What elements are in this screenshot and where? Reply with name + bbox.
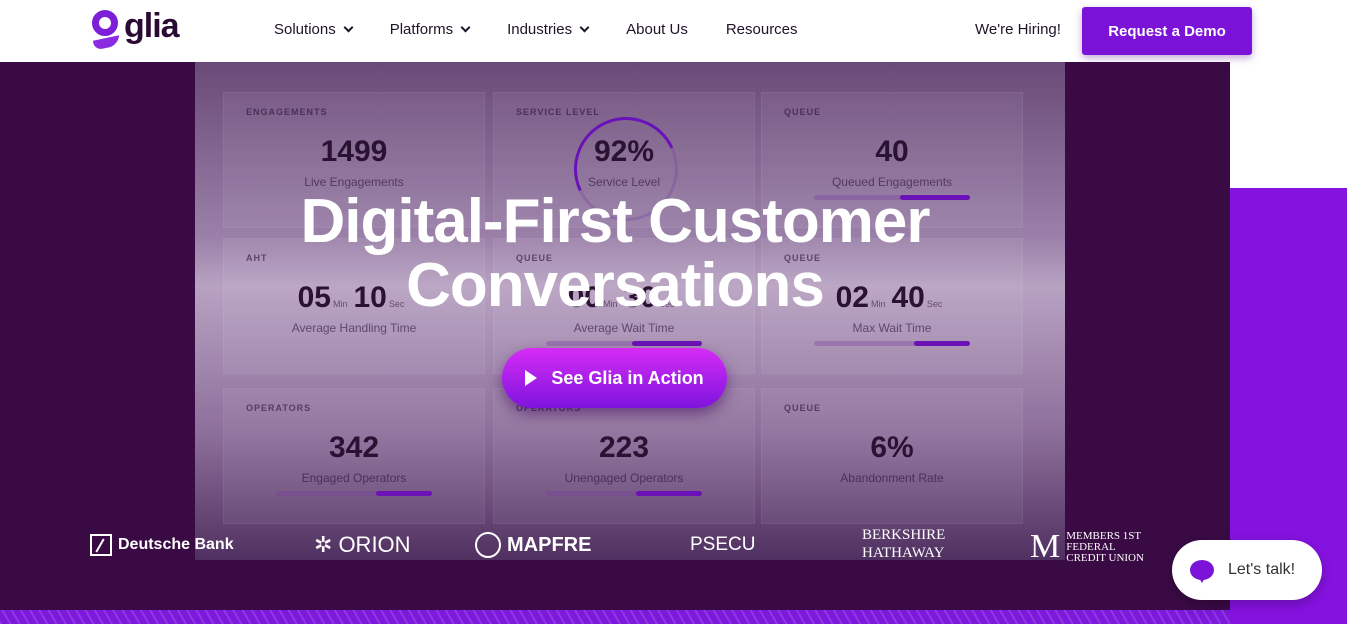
card-progress-bar: [276, 491, 432, 496]
card-value: 40: [875, 135, 909, 168]
card-caption: Average Handling Time: [291, 321, 417, 335]
headline-line-1: Digital-First Customer: [300, 187, 930, 256]
card-caption: Abandonment Rate: [840, 471, 944, 485]
nav-label: Industries: [507, 21, 573, 38]
logo-text: MAPFRE: [507, 533, 592, 556]
dashboard-card: OPERATORS 223 Unengaged Operators: [493, 388, 755, 524]
nav-about-us[interactable]: About Us: [626, 21, 688, 38]
card-caption: Engaged Operators: [301, 471, 407, 485]
nav-label: Platforms: [389, 21, 454, 38]
nav-resources[interactable]: Resources: [726, 21, 798, 38]
card-value: 223: [598, 431, 650, 464]
logo-orion: ✲ ORION: [314, 532, 411, 558]
logo-text: ORION: [338, 532, 411, 557]
chat-bubble-icon: [1190, 560, 1214, 583]
glia-logo-icon: [90, 8, 120, 52]
m1-mark-icon: M: [1030, 528, 1061, 565]
customer-logos: Deutsche Bank ✲ ORION MAPFRE PSECU Berksh…: [0, 524, 1230, 574]
hiring-link[interactable]: We're Hiring!: [975, 21, 1061, 38]
card-label: QUEUE: [784, 107, 822, 117]
hero: ENGAGEMENTS 1499 Live Engagements SERVICE L…: [0, 62, 1230, 610]
deutsche-bank-icon: [90, 534, 112, 556]
card-label: OPERATORS: [246, 403, 312, 413]
logo-text: Berkshire Hathaway: [862, 527, 946, 561]
hero-headline: Digital-First Customer Conversations: [0, 190, 1230, 318]
logo-text: Deutsche Bank: [118, 536, 234, 553]
nav-solutions[interactable]: Solutions: [274, 21, 354, 38]
card-caption: Unengaged Operators: [564, 471, 684, 485]
card-progress-bar: [546, 491, 702, 496]
nav-platforms[interactable]: Platforms: [389, 21, 471, 38]
star-icon: ✲: [314, 532, 333, 557]
card-value: 92%: [593, 135, 655, 168]
chevron-down-icon: [579, 22, 590, 33]
header: glia Solutions Platforms Industries Abou…: [0, 0, 1347, 62]
nav-label: Solutions: [274, 21, 336, 38]
logo-psecu: PSECU: [690, 534, 755, 556]
chevron-down-icon: [343, 22, 354, 33]
headline-line-2: Conversations: [406, 251, 825, 320]
glia-logo[interactable]: glia: [90, 6, 180, 52]
card-value: 342: [328, 431, 380, 464]
mapfre-icon: [475, 532, 501, 558]
card-progress-bar: [814, 341, 970, 346]
card-value: 1499: [320, 135, 388, 168]
card-progress-bar: [546, 341, 702, 346]
logo-text: Members 1st Federal Credit Union: [1066, 529, 1144, 564]
logo-members-1st: M Members 1st Federal Credit Union: [1030, 528, 1146, 566]
nav-label: About Us: [626, 21, 688, 38]
main-nav: Solutions Platforms Industries About Us …: [274, 21, 836, 38]
card-caption: Average Wait Time: [573, 321, 675, 335]
card-label: SERVICE LEVEL: [516, 107, 600, 117]
logo-text: PSECU: [690, 534, 756, 555]
bottom-stripes: [0, 610, 1230, 624]
play-icon: [525, 370, 538, 386]
lets-talk-chat-button[interactable]: Let's talk!: [1172, 540, 1322, 600]
nav-industries[interactable]: Industries: [507, 21, 590, 38]
dashboard-card: QUEUE 6% Abandonment Rate: [761, 388, 1023, 524]
card-label: ENGAGEMENTS: [246, 107, 328, 117]
chevron-down-icon: [460, 22, 471, 33]
card-value: 6%: [870, 431, 914, 464]
card-caption: Max Wait Time: [852, 321, 932, 335]
nav-label: Resources: [725, 21, 798, 38]
dashboard-card: OPERATORS 342 Engaged Operators: [223, 388, 485, 524]
card-label: QUEUE: [784, 403, 822, 413]
request-demo-button[interactable]: Request a Demo: [1082, 7, 1252, 55]
logo-deutsche-bank: Deutsche Bank: [90, 534, 234, 556]
chat-label: Let's talk!: [1228, 561, 1296, 578]
cta-label: See Glia in Action: [551, 367, 704, 388]
logo-berkshire-hathaway: Berkshire Hathaway: [862, 526, 962, 562]
logo-mapfre: MAPFRE: [475, 532, 591, 558]
logo-text: glia: [124, 6, 180, 45]
see-glia-in-action-button[interactable]: See Glia in Action: [502, 348, 727, 408]
